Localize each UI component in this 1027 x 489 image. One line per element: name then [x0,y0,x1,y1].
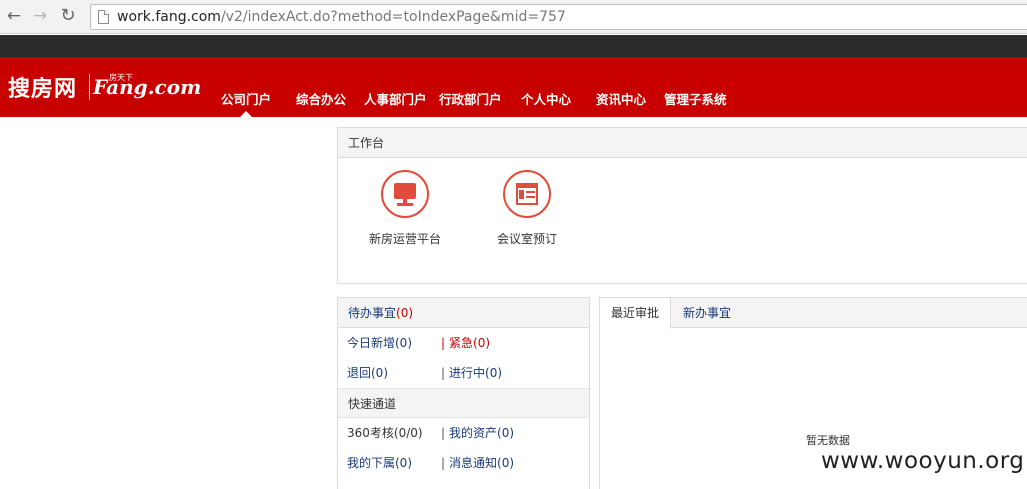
reload-icon[interactable]: ↻ [58,6,78,26]
logo-fang-com[interactable]: Fang.com [93,75,201,99]
watermark: www.wooyun.org [821,448,1025,474]
nav-office[interactable]: 综合办公 [296,89,346,108]
quick-360-review[interactable]: 360考核(0/0) [347,418,423,448]
empty-state-text: 暂无数据 [806,434,850,447]
todo-row: 退回(0) | 进行中(0) [338,358,589,388]
separator: | [441,456,446,470]
shortcut-label[interactable]: 新房运营平台 [350,230,460,247]
todo-count: (0) [396,306,414,320]
nav-news-center[interactable]: 资讯中心 [596,89,646,108]
todo-title[interactable]: 待办事宜 [348,306,396,320]
todo-row: 今日新增(0) | 紧急(0) [338,328,589,358]
monitor-icon[interactable] [381,170,429,218]
shortcut-meeting-room-booking[interactable]: 会议室预订 [472,170,582,247]
quick-my-assets-label[interactable]: 我的资产(0) [449,426,514,440]
active-nav-caret-icon [240,111,252,117]
url-path: /v2/indexAct.do?method=toIndexPage&mid=7… [220,9,566,25]
separator: | [441,426,446,440]
workbench-title: 工作台 [338,128,1027,158]
calendar-icon[interactable] [503,170,551,218]
quick-notifications[interactable]: | 消息通知(0) [441,448,514,478]
nav-management-system[interactable]: 管理子系统 [664,89,727,108]
quick-notifications-label[interactable]: 消息通知(0) [449,456,514,470]
todo-returned[interactable]: 退回(0) [347,358,388,388]
separator: | [441,366,446,380]
todo-in-progress-label[interactable]: 进行中(0) [449,366,502,380]
page-icon [98,10,109,24]
quick-my-assets[interactable]: | 我的资产(0) [441,418,514,448]
todo-urgent[interactable]: | 紧急(0) [441,328,490,358]
back-arrow-icon[interactable]: ← [4,6,24,26]
separator: | [441,336,446,350]
workbench-panel: 工作台 新房运营平台 会议室预订 [337,127,1027,284]
todo-panel: 待办事宜(0) 今日新增(0) | 紧急(0) 退回(0) | 进行中(0) 快速通… [337,297,590,489]
todo-today-new[interactable]: 今日新增(0) [347,328,412,358]
quick-my-subordinates[interactable]: 我的下属(0) [347,448,412,478]
logo-sofang[interactable]: 搜房网 [8,71,77,103]
quick-row: 360考核(0/0) | 我的资产(0) [338,418,589,448]
forward-arrow-icon[interactable]: → [30,6,50,26]
nav-admin-portal[interactable]: 行政部门户 [439,89,502,108]
address-bar[interactable]: work.fang.com/v2/indexAct.do?method=toIn… [90,4,1027,30]
todo-header: 待办事宜(0) [338,298,589,328]
todo-urgent-label[interactable]: 紧急(0) [449,336,490,350]
nav-company-portal[interactable]: 公司门户 [221,89,271,108]
site-header: 搜房网 房天下 Fang.com 公司门户 综合办公 人事部门户 行政部门户 个… [0,57,1027,117]
browser-toolbar: ← → ↻ work.fang.com/v2/indexAct.do?metho… [0,0,1027,34]
tab-new-tasks[interactable]: 新办事宜 [672,298,742,329]
todo-in-progress[interactable]: | 进行中(0) [441,358,502,388]
logo-divider [89,74,90,100]
nav-hr-portal[interactable]: 人事部门户 [364,89,427,108]
shortcut-new-house-platform[interactable]: 新房运营平台 [350,170,460,247]
tab-bar: 最近审批 新办事宜 [600,298,1027,329]
url-text[interactable]: work.fang.com/v2/indexAct.do?method=toIn… [117,9,566,25]
quick-row: 我的下属(0) | 消息通知(0) [338,448,589,478]
nav-personal-center[interactable]: 个人中心 [521,89,571,108]
tab-recent-approvals[interactable]: 最近审批 [600,298,672,329]
bookmark-strip [0,35,1027,57]
url-host: work.fang.com [117,9,221,25]
quick-access-title: 快速通道 [338,388,589,418]
shortcut-label[interactable]: 会议室预订 [472,230,582,247]
